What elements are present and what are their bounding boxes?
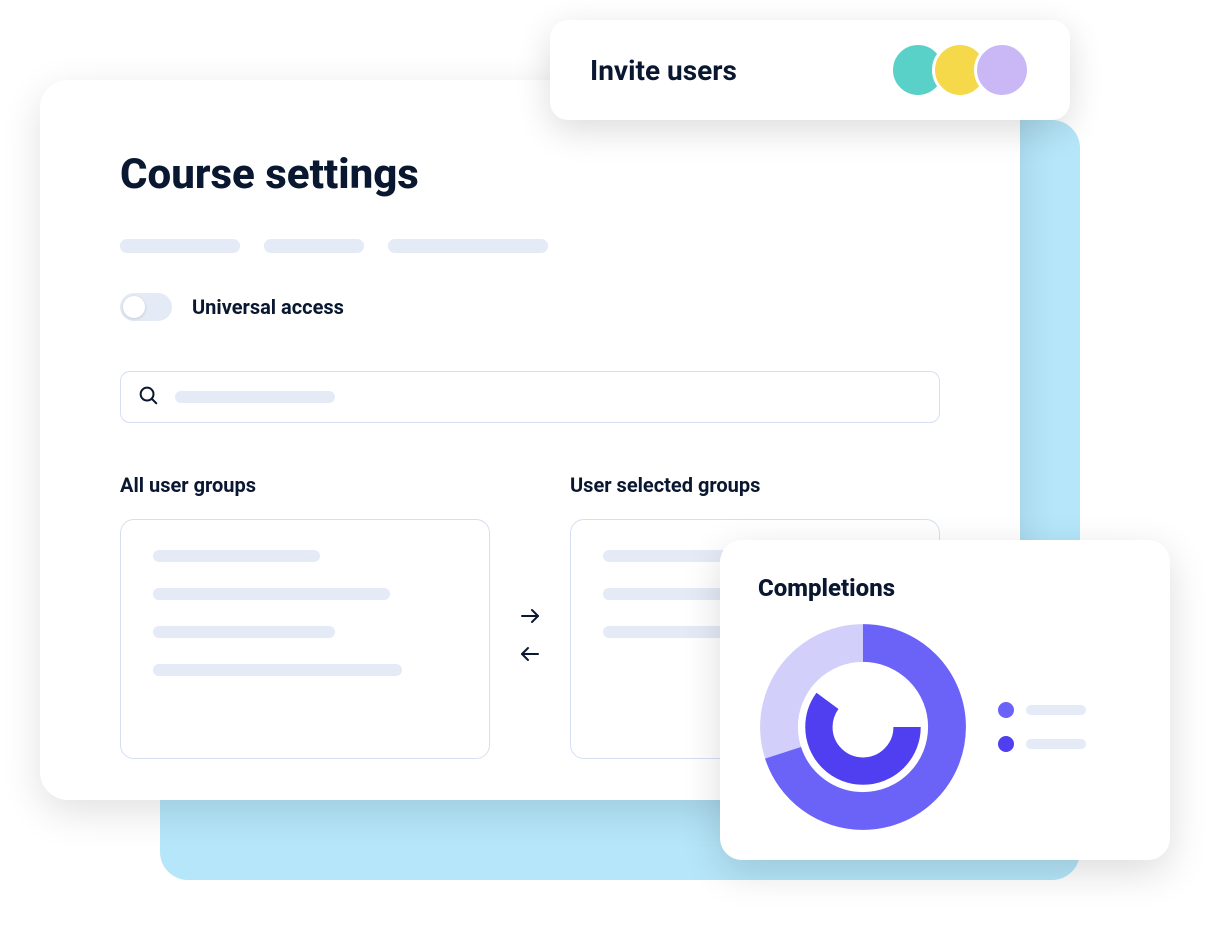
toggle-knob bbox=[123, 296, 145, 318]
list-item[interactable] bbox=[153, 588, 390, 600]
universal-access-toggle[interactable] bbox=[120, 293, 172, 321]
tab-placeholder[interactable] bbox=[264, 239, 364, 253]
universal-access-row: Universal access bbox=[120, 293, 940, 321]
all-groups-column: All user groups bbox=[120, 473, 490, 759]
legend-label-placeholder bbox=[1026, 739, 1086, 749]
legend-item bbox=[998, 702, 1086, 718]
list-item[interactable] bbox=[153, 550, 320, 562]
legend-dot-icon bbox=[998, 702, 1014, 718]
legend-label-placeholder bbox=[1026, 705, 1086, 715]
transfer-controls bbox=[490, 515, 570, 759]
all-groups-list[interactable] bbox=[120, 519, 490, 759]
search-input[interactable] bbox=[120, 371, 940, 423]
list-item[interactable] bbox=[153, 626, 335, 638]
legend-dot-icon bbox=[998, 736, 1014, 752]
all-groups-title: All user groups bbox=[120, 473, 490, 497]
completions-chart-row bbox=[758, 622, 1132, 832]
avatar-stack bbox=[890, 42, 1030, 98]
tab-row bbox=[120, 239, 940, 253]
list-item[interactable] bbox=[603, 626, 725, 638]
tab-placeholder[interactable] bbox=[120, 239, 240, 253]
tab-placeholder[interactable] bbox=[388, 239, 548, 253]
legend-item bbox=[998, 736, 1086, 752]
invite-users-card[interactable]: Invite users bbox=[550, 20, 1070, 120]
search-placeholder bbox=[175, 391, 335, 403]
search-icon bbox=[137, 384, 159, 410]
completions-title: Completions bbox=[758, 574, 1132, 602]
completions-card: Completions bbox=[720, 540, 1170, 860]
invite-users-label: Invite users bbox=[590, 54, 737, 87]
universal-access-label: Universal access bbox=[192, 295, 344, 319]
avatar bbox=[974, 42, 1030, 98]
completions-legend bbox=[998, 702, 1086, 752]
arrow-left-icon[interactable] bbox=[518, 642, 542, 670]
list-item[interactable] bbox=[153, 664, 402, 676]
page-title: Course settings bbox=[120, 150, 940, 199]
completions-donut-chart bbox=[758, 622, 968, 832]
selected-groups-title: User selected groups bbox=[570, 473, 940, 497]
arrow-right-icon[interactable] bbox=[518, 604, 542, 632]
